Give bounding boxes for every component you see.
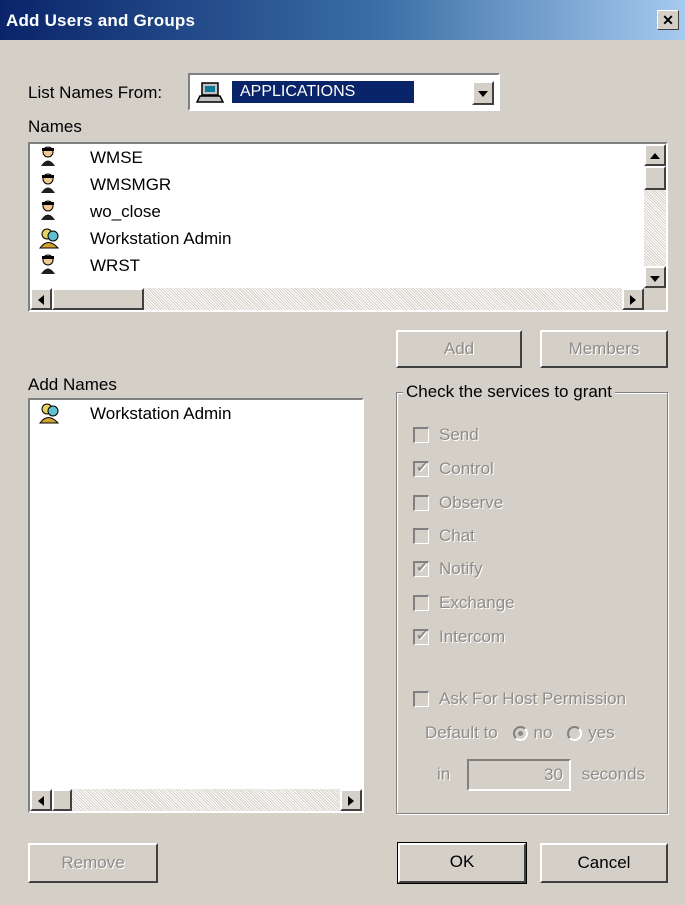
list-names-from-combo[interactable]: APPLICATIONS (188, 73, 500, 111)
control-checkbox[interactable]: ✔ Control (413, 458, 494, 480)
chevron-up-icon (650, 153, 660, 159)
scroll-thumb[interactable] (644, 166, 666, 190)
no-label: no (533, 723, 553, 742)
checkbox-label: Observe (439, 493, 504, 512)
ask-permission-checkbox[interactable]: Ask For Host Permission (413, 688, 626, 710)
list-item-label: WMSMGR (90, 175, 172, 194)
scroll-left-button[interactable] (30, 789, 52, 811)
names-vertical-scrollbar[interactable] (644, 144, 666, 288)
names-label: Names (28, 117, 82, 136)
list-item[interactable]: Workstation Admin (38, 225, 231, 254)
add-button[interactable]: Add (396, 330, 522, 368)
observe-checkbox[interactable]: Observe (413, 492, 503, 514)
title-bar: Add Users and Groups ✕ (0, 0, 685, 40)
chevron-right-icon (348, 796, 354, 806)
chevron-right-icon (630, 295, 636, 305)
checkbox-label: Exchange (439, 593, 515, 612)
yes-radio[interactable] (567, 726, 583, 742)
close-button[interactable]: ✕ (657, 10, 679, 30)
checkbox-label: Intercom (439, 627, 506, 646)
chevron-down-icon (478, 91, 488, 97)
in-label: in (437, 764, 451, 784)
scroll-down-button[interactable] (644, 266, 666, 288)
checkmark-icon: ✔ (416, 559, 428, 575)
checkbox-box (413, 528, 429, 544)
checkbox-box: ✔ (413, 627, 429, 645)
user-icon (38, 172, 60, 199)
cancel-button[interactable]: Cancel (540, 843, 668, 883)
no-radio[interactable] (512, 726, 528, 742)
default-to-row: Default to no yes (425, 723, 615, 743)
group-icon (38, 400, 62, 429)
list-names-from-value: APPLICATIONS (232, 81, 414, 103)
checkbox-box (413, 595, 429, 611)
checkbox-box (413, 691, 429, 707)
checkbox-label: Ask For Host Permission (439, 689, 627, 708)
close-icon: ✕ (662, 12, 674, 28)
remove-button[interactable]: Remove (28, 843, 158, 883)
checkmark-icon: ✔ (416, 627, 428, 643)
scrollbar-corner (644, 288, 666, 310)
list-item-label: wo_close (90, 202, 161, 221)
default-to-label: Default to (425, 723, 498, 742)
checkbox-box (413, 495, 429, 511)
members-button[interactable]: Members (540, 330, 668, 368)
list-item-label: Workstation Admin (90, 404, 232, 423)
ok-button[interactable]: OK (397, 842, 527, 884)
computer-icon (195, 80, 225, 111)
add-names-label: Add Names (28, 375, 117, 394)
seconds-label: seconds (581, 764, 646, 784)
list-item-label: Workstation Admin (90, 229, 232, 248)
list-item[interactable]: wo_close (38, 199, 161, 226)
add-names-list[interactable]: Workstation Admin (28, 398, 364, 813)
scroll-left-button[interactable] (30, 288, 52, 310)
checkbox-box (413, 427, 429, 443)
checkbox-label: Chat (439, 526, 475, 545)
yes-label: yes (588, 723, 615, 742)
chevron-down-icon (650, 276, 660, 282)
chevron-left-icon (38, 295, 44, 305)
list-item[interactable]: WRST (38, 253, 140, 280)
chat-checkbox[interactable]: Chat (413, 525, 475, 547)
send-checkbox[interactable]: Send (413, 424, 479, 446)
checkbox-box: ✔ (413, 559, 429, 577)
checkmark-icon: ✔ (416, 459, 428, 475)
services-legend: Check the services to grant (403, 382, 615, 402)
names-list[interactable]: WMSE WMSMGR wo_close Workstation Admin W… (28, 142, 668, 312)
intercom-checkbox[interactable]: ✔ Intercom (413, 626, 505, 648)
list-names-from-label: List Names From: (28, 83, 163, 102)
seconds-input[interactable]: 30 (466, 759, 571, 791)
group-icon (38, 225, 62, 254)
scroll-right-button[interactable] (340, 789, 362, 811)
checkbox-label: Notify (439, 559, 483, 578)
checkbox-label: Send (439, 425, 479, 444)
scroll-right-button[interactable] (622, 288, 644, 310)
user-icon (38, 199, 60, 226)
combo-dropdown-button[interactable] (472, 81, 494, 105)
chevron-left-icon (38, 796, 44, 806)
scroll-thumb[interactable] (52, 789, 72, 811)
notify-checkbox[interactable]: ✔ Notify (413, 558, 482, 580)
exchange-checkbox[interactable]: Exchange (413, 592, 515, 614)
services-groupbox: Check the services to grant Send ✔ Contr… (396, 382, 668, 814)
list-item-label: WMSE (90, 148, 143, 167)
scroll-thumb[interactable] (52, 288, 144, 310)
list-item[interactable]: Workstation Admin (38, 400, 231, 429)
list-item[interactable]: WMSMGR (38, 172, 171, 199)
seconds-row: in 30 seconds (437, 759, 645, 791)
add-names-horizontal-scrollbar[interactable] (30, 789, 362, 811)
names-horizontal-scrollbar[interactable] (30, 288, 644, 310)
list-item[interactable]: WMSE (38, 145, 143, 172)
checkbox-box: ✔ (413, 459, 429, 477)
radio-dot-icon (517, 731, 523, 737)
list-item-label: WRST (90, 256, 141, 275)
user-icon (38, 145, 60, 172)
window-title: Add Users and Groups (6, 11, 196, 30)
user-icon (38, 253, 60, 280)
checkbox-label: Control (439, 459, 494, 478)
scroll-up-button[interactable] (644, 144, 666, 166)
